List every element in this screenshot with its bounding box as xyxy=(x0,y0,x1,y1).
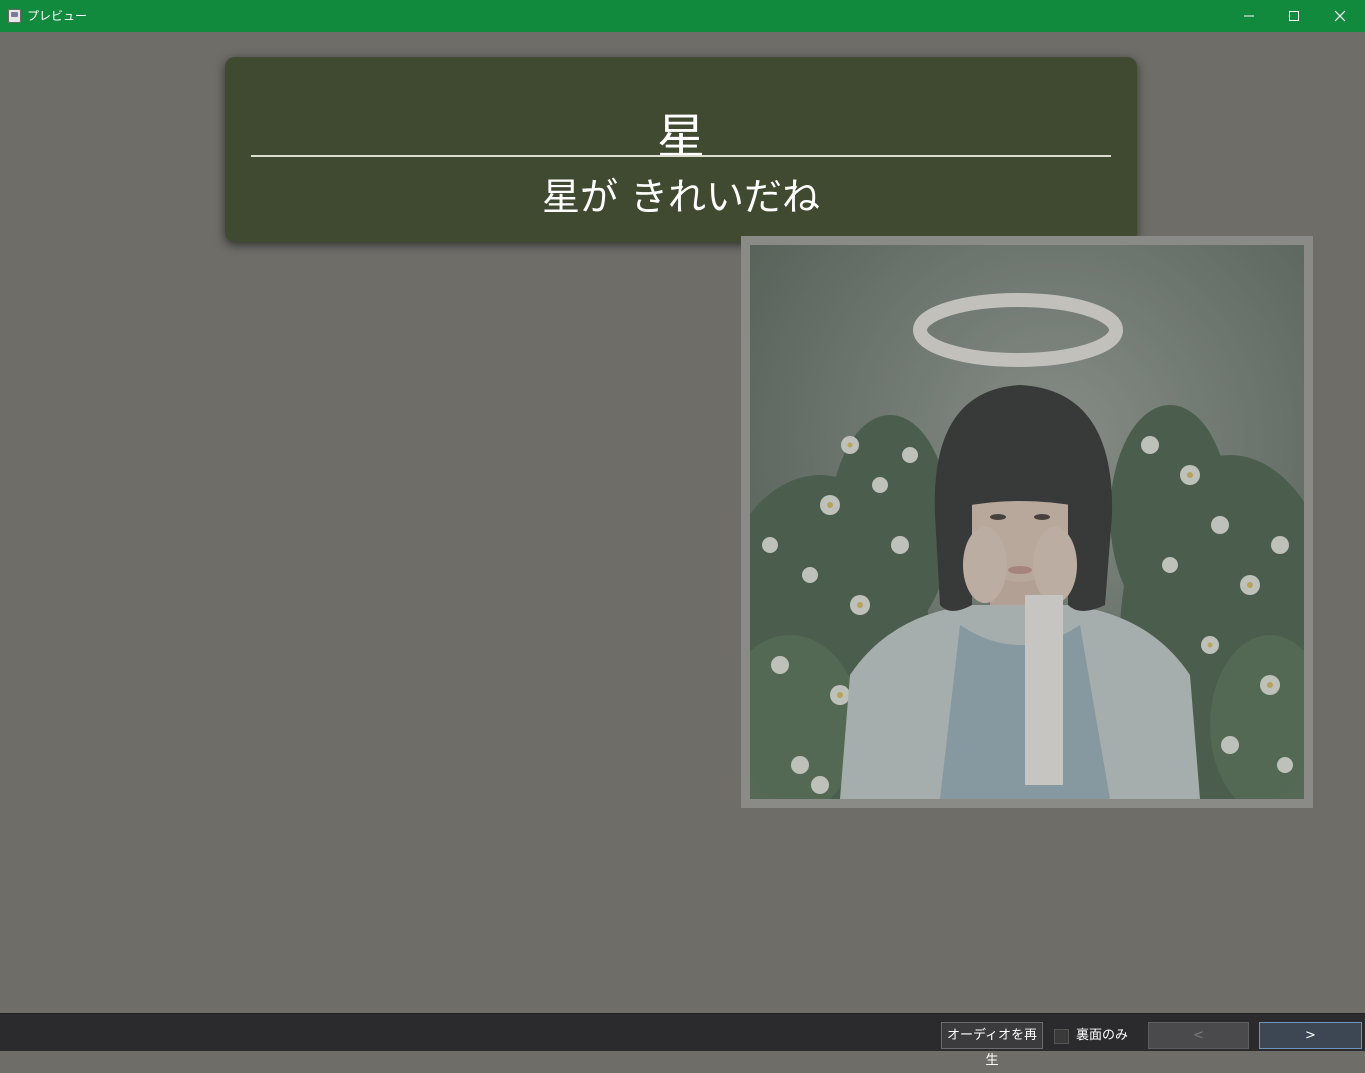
back-only-label: 裏面のみ xyxy=(1076,1028,1129,1043)
card-divider xyxy=(251,155,1111,157)
previous-button[interactable]: < xyxy=(1148,1022,1249,1049)
card-image-illustration xyxy=(750,245,1304,799)
app-icon xyxy=(8,9,21,23)
minimize-icon xyxy=(1244,15,1254,17)
window-title: プレビュー xyxy=(27,9,88,23)
close-icon xyxy=(1334,10,1346,22)
maximize-button[interactable] xyxy=(1271,0,1317,32)
close-button[interactable] xyxy=(1317,0,1363,32)
minimize-button[interactable] xyxy=(1226,0,1272,32)
next-button[interactable]: > xyxy=(1259,1022,1362,1049)
maximize-icon xyxy=(1289,11,1299,21)
card-image xyxy=(750,245,1304,799)
card-preview: 星 星が きれいだね xyxy=(225,57,1137,242)
back-only-checkbox[interactable] xyxy=(1054,1028,1069,1044)
title-bar: プレビュー xyxy=(0,0,1365,32)
bottom-toolbar: オーディオを再生 裏面のみ < > xyxy=(0,1013,1365,1068)
play-audio-button[interactable]: オーディオを再生 xyxy=(941,1022,1043,1068)
back-only-toggle[interactable]: 裏面のみ xyxy=(1054,1028,1128,1044)
card-back-text: 星が きれいだね xyxy=(541,175,821,219)
card-image-frame xyxy=(741,236,1313,808)
